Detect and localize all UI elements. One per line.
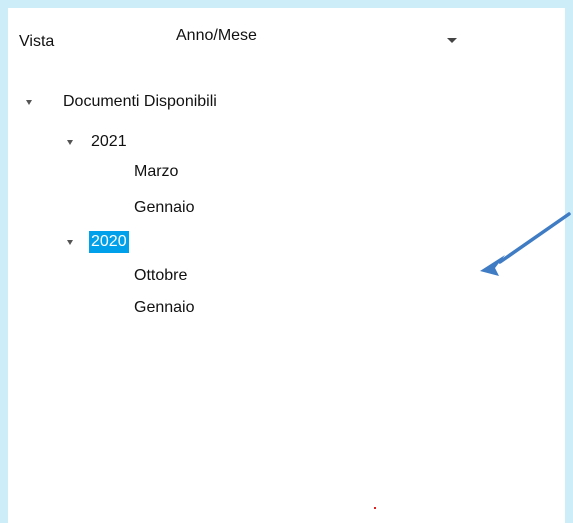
triangle-down-icon[interactable] [67,140,73,145]
tree-node-month-label[interactable]: Marzo [134,161,178,183]
tree-node-year-label[interactable]: 2021 [91,131,127,153]
tree-node-year-2021[interactable]: 2021 [8,131,408,153]
tree-node-month-label[interactable]: Ottobre [134,265,187,287]
tree-node-month[interactable]: Marzo [8,161,408,183]
document-panel: Vista Anno/Mese Documenti Disponibili 20… [8,8,565,523]
tree-node-year-2020[interactable]: 2020 [8,231,408,253]
tree-node-month[interactable]: Gennaio [8,197,408,219]
tree-node-root[interactable]: Documenti Disponibili [8,91,408,113]
triangle-down-icon[interactable] [67,240,73,245]
tree-node-month[interactable]: Ottobre [8,265,408,287]
chevron-down-icon [447,38,457,43]
view-label: Vista [19,33,55,50]
tree-node-month[interactable]: Gennaio [8,297,408,319]
tree-node-month-label[interactable]: Gennaio [134,297,195,319]
tree-node-year-label-selected[interactable]: 2020 [89,231,129,253]
view-select[interactable]: Anno/Mese [166,24,471,52]
tree-node-root-label[interactable]: Documenti Disponibili [63,91,217,113]
view-select-value: Anno/Mese [176,27,257,44]
red-dot-mark [374,507,376,509]
tree-node-month-label[interactable]: Gennaio [134,197,195,219]
triangle-down-icon[interactable] [26,100,32,105]
